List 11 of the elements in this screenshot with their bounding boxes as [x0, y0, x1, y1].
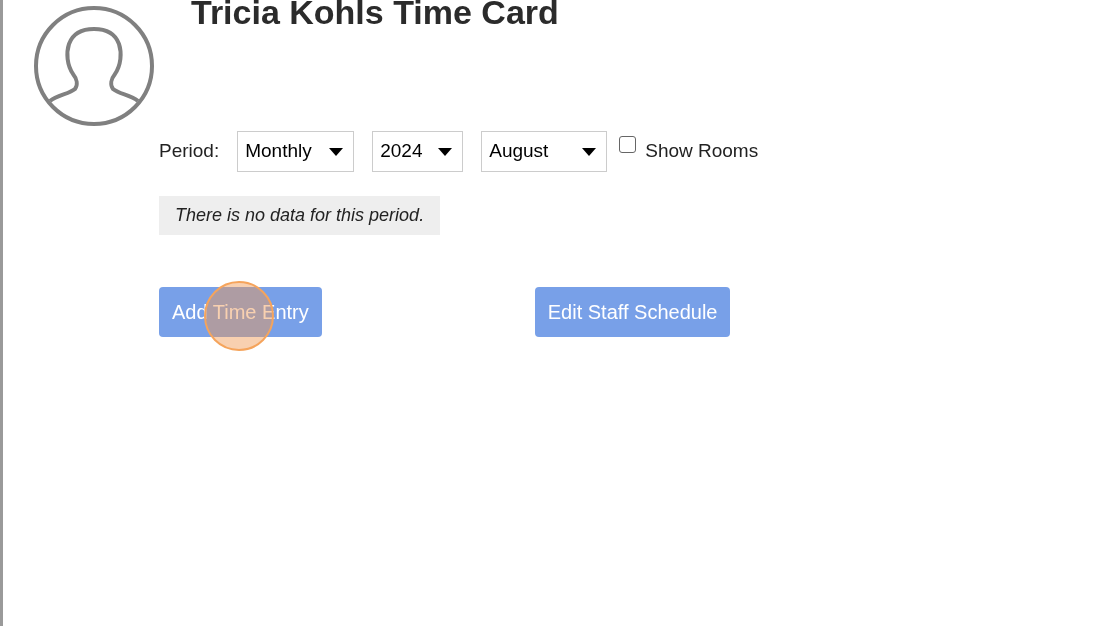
caret-icon: [582, 147, 597, 156]
period-select[interactable]: Monthly: [237, 131, 355, 172]
empty-message: There is no data for this period.: [159, 196, 441, 235]
show-rooms-checkbox[interactable]: Show Rooms: [619, 137, 759, 166]
avatar-icon: [33, 5, 155, 127]
period-label: Period:: [159, 139, 220, 164]
period-select[interactable]: August: [481, 131, 608, 172]
caret-icon: [329, 147, 344, 156]
page-title: Tricia Kohls Time Card: [191, 0, 559, 33]
caret-icon: [438, 147, 453, 156]
period-select[interactable]: 2024: [372, 131, 464, 172]
